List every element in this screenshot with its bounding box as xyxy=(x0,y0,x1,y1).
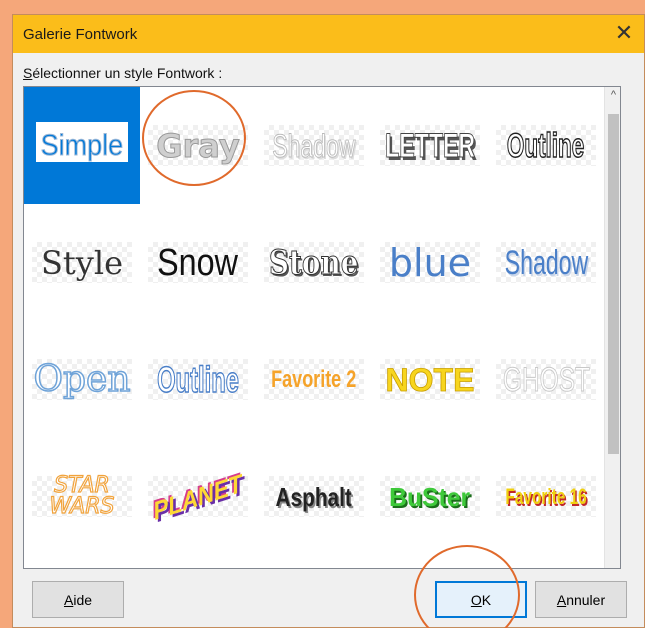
fontwork-label: STAR WARS xyxy=(49,472,115,519)
fontwork-label: Favorite 16 xyxy=(505,483,587,509)
help-mnemonic: A xyxy=(63,591,74,608)
fontwork-item-planet[interactable]: PLANET xyxy=(140,438,256,555)
fontwork-label: Asphalt xyxy=(275,481,353,512)
gallery-scrollbar[interactable]: ^ xyxy=(604,87,620,568)
fontwork-label: Gray xyxy=(156,126,241,165)
ok-mnemonic: O xyxy=(470,591,482,608)
fontwork-label: Outline xyxy=(507,126,585,165)
help-button[interactable]: Aide xyxy=(32,581,124,618)
fontwork-label: LETTER xyxy=(385,126,476,165)
select-label-mnemonic: S xyxy=(23,65,33,81)
fontwork-label: Style xyxy=(40,243,124,282)
fontwork-item-star-wars[interactable]: STAR WARS xyxy=(24,438,140,555)
help-label: ide xyxy=(73,591,93,608)
fontwork-item-note[interactable]: NOTE xyxy=(372,321,488,438)
fontwork-label: Open xyxy=(33,358,132,400)
fontwork-item-snow[interactable]: Snow xyxy=(140,204,256,321)
fontwork-item-favorite-16[interactable]: Favorite 16 xyxy=(488,438,604,555)
fontwork-gallery-dialog: Galerie Fontwork ✕ Sélectionner un style… xyxy=(12,14,645,628)
fontwork-item-asphalt[interactable]: Asphalt xyxy=(256,438,372,555)
select-label-text: électionner un style Fontwork : xyxy=(32,65,223,81)
cancel-label: nnuler xyxy=(566,591,606,608)
title-bar: Galerie Fontwork ✕ xyxy=(13,15,644,53)
fontwork-item-open[interactable]: Open xyxy=(24,321,140,438)
ok-button[interactable]: OK xyxy=(435,581,527,618)
fontwork-item-ghost[interactable]: GHOST xyxy=(488,321,604,438)
fontwork-label: Shadow xyxy=(272,127,356,164)
fontwork-label: blue xyxy=(388,240,472,285)
fontwork-item-favorite-2[interactable]: Favorite 2 xyxy=(256,321,372,438)
scroll-up-icon[interactable]: ^ xyxy=(605,87,620,104)
fontwork-label: PLANET xyxy=(153,467,243,526)
ok-label: K xyxy=(481,591,492,608)
dialog-title: Galerie Fontwork xyxy=(23,26,138,43)
fontwork-label: Shadow xyxy=(504,243,588,282)
scroll-thumb[interactable] xyxy=(608,114,619,454)
fontwork-item-shadow-blue[interactable]: Shadow xyxy=(488,204,604,321)
fontwork-label: GHOST xyxy=(502,360,590,399)
fontwork-item-outline-blue[interactable]: Outline xyxy=(140,321,256,438)
fontwork-item-gray[interactable]: Gray xyxy=(140,87,256,204)
fontwork-label: Favorite 2 xyxy=(271,365,357,393)
fontwork-item-stone[interactable]: Stone xyxy=(256,204,372,321)
cancel-mnemonic: A xyxy=(556,591,567,608)
fontwork-label: BuSter xyxy=(389,481,471,512)
fontwork-gallery[interactable]: Simple Gray Shadow LETTER Outline Style … xyxy=(23,86,621,569)
fontwork-label: Simple xyxy=(40,128,124,162)
fontwork-item-letter[interactable]: LETTER xyxy=(372,87,488,204)
select-style-label: Sélectionner un style Fontwork : xyxy=(23,65,222,81)
fontwork-item-simple[interactable]: Simple xyxy=(24,87,140,204)
fontwork-item-shadow[interactable]: Shadow xyxy=(256,87,372,204)
fontwork-label: NOTE xyxy=(385,361,475,398)
fontwork-item-style[interactable]: Style xyxy=(24,204,140,321)
close-icon[interactable]: ✕ xyxy=(608,18,640,50)
fontwork-label: Stone xyxy=(269,242,359,283)
fontwork-item-blue[interactable]: blue xyxy=(372,204,488,321)
fontwork-item-outline[interactable]: Outline xyxy=(488,87,604,204)
fontwork-label: Outline xyxy=(157,358,240,400)
fontwork-item-buster[interactable]: BuSter xyxy=(372,438,488,555)
fontwork-label: Snow xyxy=(157,241,239,284)
cancel-button[interactable]: Annuler xyxy=(535,581,627,618)
